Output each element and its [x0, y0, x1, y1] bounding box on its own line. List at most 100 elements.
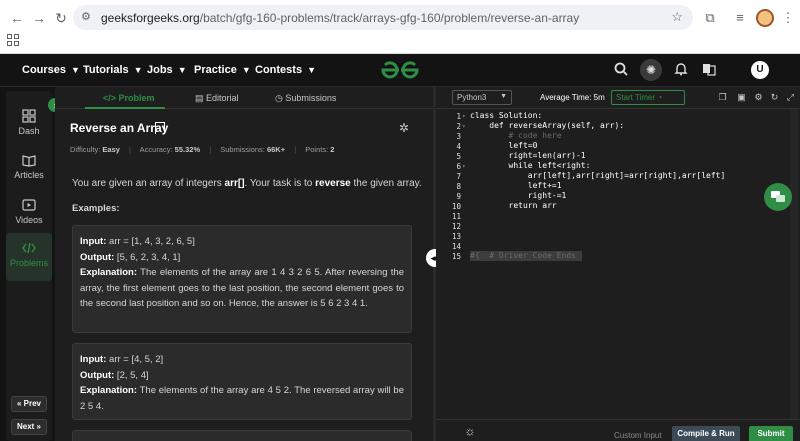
line-number: 4 [456, 142, 461, 151]
line-number: 8 [456, 182, 461, 191]
code-line: #{ # Driver Code Ends [470, 251, 576, 260]
reset-icon[interactable]: ↻ [769, 92, 780, 103]
dashboard-icon [22, 109, 36, 123]
extensions-icon[interactable]: ⧉ [700, 10, 720, 28]
editor-scrollbar[interactable] [790, 109, 798, 419]
tab-label: Submissions [285, 93, 337, 103]
code-line: right=len(arr)-1 [470, 151, 586, 160]
menu-courses[interactable]: Courses ▼ [22, 64, 80, 76]
editor-toolbar: Python3 ▼ Average Time: 5m Start Timer ◔ … [436, 87, 800, 109]
line-number: 7 [456, 172, 461, 181]
desc-reverse: reverse [315, 178, 351, 189]
browser-profile-avatar[interactable] [756, 9, 774, 27]
output-value: [2, 5, 4] [114, 369, 149, 381]
output-label: Output: [80, 369, 115, 381]
menu-label: Tutorials [83, 64, 129, 76]
settings-icon[interactable]: ⚙ [753, 92, 764, 103]
menu-contests[interactable]: Contests ▼ [255, 64, 316, 76]
submissions-value: 66K+ [266, 145, 286, 154]
left-sidebar: Dash Articles Videos Problems « Prev Nex… [0, 87, 55, 441]
desc-text: You are given an array of integers [72, 178, 225, 189]
problem-description: You are given an array of integers arr[]… [72, 177, 422, 191]
menu-label: Practice [194, 64, 237, 76]
line-number: 2 [456, 122, 461, 131]
next-button[interactable]: Next » [11, 419, 47, 435]
language-select[interactable]: Python3 ▼ [452, 90, 512, 105]
sidebar-item-videos[interactable]: Videos [6, 190, 52, 238]
back-icon[interactable]: ← [6, 7, 28, 29]
code-line: def reverseArray(self, arr): [470, 121, 625, 130]
desc-text: the given array. [350, 178, 422, 189]
tab-label: Editorial [206, 93, 239, 103]
language-value: Python3 [457, 93, 487, 102]
input-value: arr = [1, 4, 3, 2, 6, 5] [106, 236, 195, 247]
accuracy-value: 55.32% [174, 145, 201, 154]
start-timer-label: Start Timer [616, 93, 656, 102]
line-number: 1 [456, 112, 461, 121]
submit-button[interactable]: Submit [749, 426, 793, 441]
apps-grid-icon[interactable] [7, 34, 21, 48]
address-bar[interactable]: ⚙ geeksforgeeks.org/batch/gfg-160-proble… [73, 5, 693, 30]
lightbulb-icon[interactable]: ☼ [463, 424, 477, 438]
input-value: arr = [4, 5, 2] [106, 354, 164, 365]
sidebar-item-dash[interactable]: Dash [6, 101, 52, 149]
fullscreen-icon[interactable]: ⤢ [785, 92, 796, 103]
gfg-logo[interactable] [380, 59, 420, 81]
chevron-down-icon: ▼ [241, 65, 251, 75]
forward-icon[interactable]: → [28, 7, 50, 29]
menu-practice[interactable]: Practice ▼ [194, 64, 251, 76]
code-line: return arr [470, 201, 557, 210]
tab-submissions[interactable]: ◷ Submissions [275, 93, 336, 104]
line-number: 3 [456, 132, 461, 141]
custom-input-button[interactable]: Custom Input [614, 431, 662, 440]
chevron-down-icon: ▼ [500, 93, 507, 100]
average-time: Average Time: 5m [540, 93, 605, 102]
line-number: 11 [451, 212, 461, 221]
example-1: Input: arr = [1, 4, 3, 2, 6, 5] Output: … [72, 225, 412, 333]
report-bug-icon[interactable]: ✲ [399, 121, 409, 135]
fold-icon[interactable]: ▾ [462, 123, 466, 130]
media-controls-icon[interactable]: ≡ [730, 10, 750, 28]
sidebar-item-articles[interactable]: Articles [6, 145, 52, 193]
sidebar-item-problems[interactable]: Problems [6, 233, 52, 281]
example-3-partial [72, 430, 412, 441]
user-avatar[interactable]: U [751, 61, 769, 79]
book-icon [22, 155, 36, 167]
site-header: Courses ▼ Tutorials ▼ Jobs ▼ Practice ▼ Cont… [0, 54, 800, 87]
line-number: 15 [451, 252, 461, 261]
tab-editorial[interactable]: ▤ Editorial [195, 93, 239, 104]
save-file-icon[interactable]: ▣ [736, 92, 747, 103]
sidebar-item-label: Articles [14, 170, 44, 180]
chat-icon[interactable] [764, 183, 792, 211]
compile-run-button[interactable]: Compile & Run [672, 426, 740, 441]
notification-bell-icon[interactable] [672, 62, 690, 80]
line-number: 12 [451, 222, 461, 231]
reload-icon[interactable]: ↻ [50, 7, 72, 29]
chevron-down-icon: ▼ [71, 65, 80, 75]
difficulty-label: Difficulty: [70, 145, 101, 154]
fold-icon[interactable]: ▾ [462, 163, 466, 170]
line-number: 14 [451, 242, 461, 251]
start-timer-button[interactable]: Start Timer ◔ [611, 90, 685, 105]
theme-toggle-icon[interactable]: ✺ [640, 59, 662, 81]
browser-menu-icon[interactable]: ⋮ [778, 10, 798, 28]
sidebar-item-label: Dash [18, 126, 40, 136]
site-settings-icon[interactable]: ⚙ [81, 10, 95, 24]
fold-icon[interactable]: ▾ [462, 113, 466, 120]
tab-problem[interactable]: </> Problem [103, 93, 155, 103]
clock-icon: ◷ [275, 93, 286, 103]
menu-label: Jobs [147, 64, 173, 76]
bookmark-icon[interactable] [155, 122, 165, 134]
prev-button[interactable]: « Prev [11, 396, 47, 412]
copy-icon[interactable]: ❐ [717, 92, 728, 103]
code-editor[interactable]: 1 ▾ class Solution: 2 ▾ def reverseArray(sel… [436, 109, 800, 419]
bookmark-star-icon[interactable]: ☆ [671, 9, 683, 25]
translate-icon[interactable] [700, 62, 718, 80]
editor-panel: Python3 ▼ Average Time: 5m Start Timer ◔ … [436, 87, 800, 441]
url-host: geeksforgeeks.org [101, 11, 200, 25]
search-icon[interactable] [612, 62, 630, 80]
line-number: 13 [451, 232, 461, 241]
menu-tutorials[interactable]: Tutorials ▼ [83, 64, 143, 76]
code-line: right-=1 [470, 191, 567, 200]
menu-jobs[interactable]: Jobs ▼ [147, 64, 187, 76]
